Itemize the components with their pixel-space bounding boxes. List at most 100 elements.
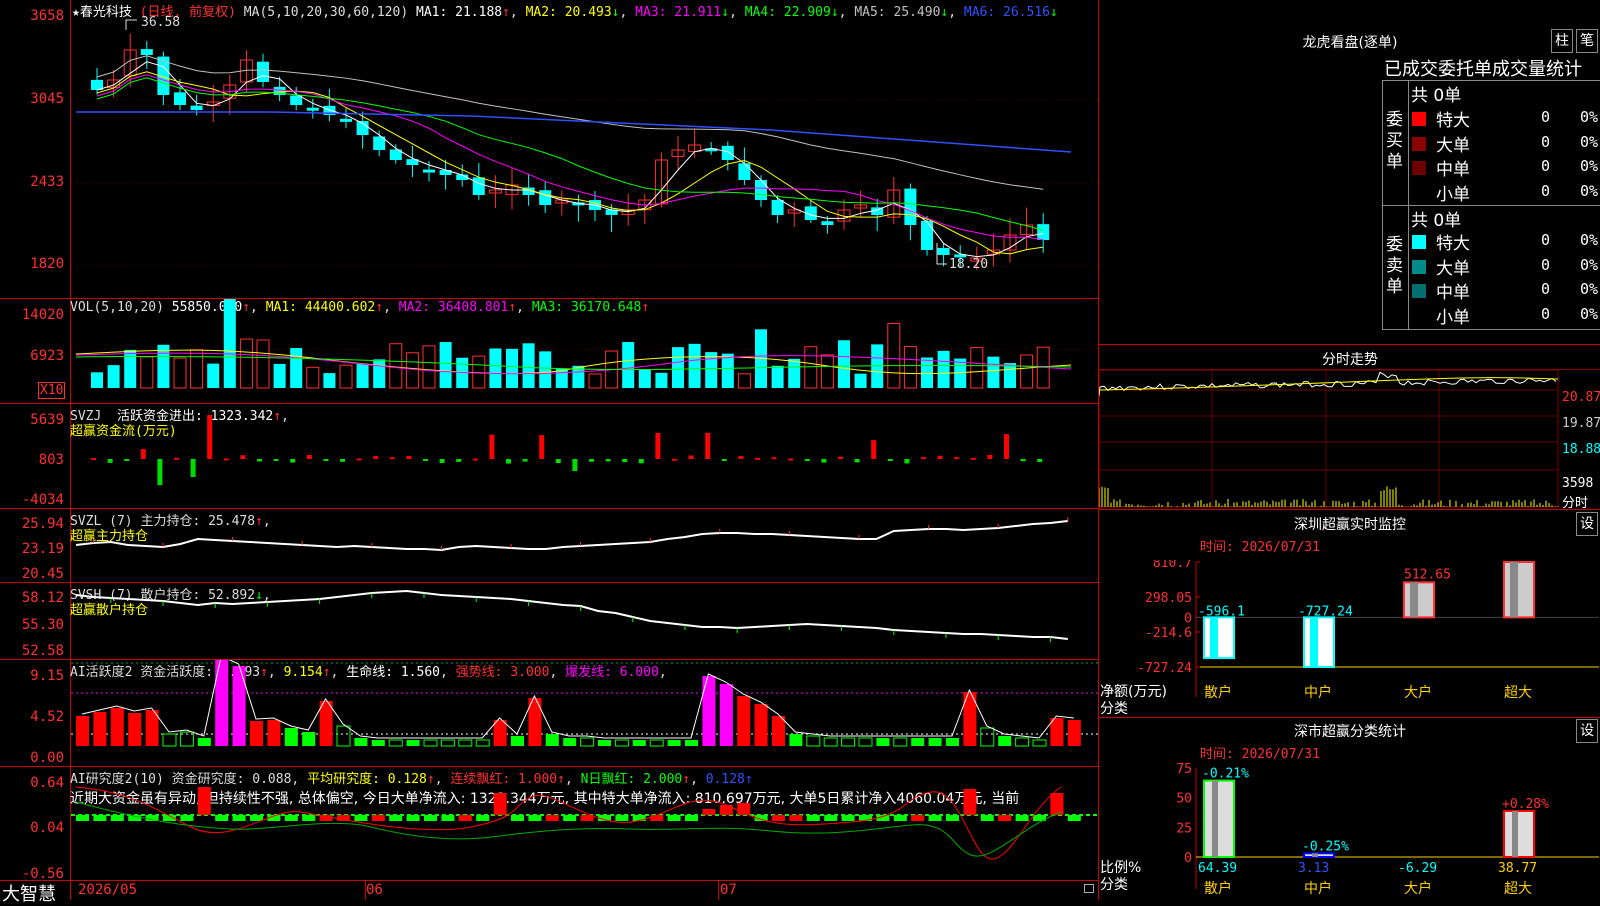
sz-monitor-bar — [1503, 561, 1535, 619]
activity-bar — [110, 708, 124, 746]
sell-row-percent: 0% — [1580, 280, 1599, 298]
sz-monitor-bar — [1303, 616, 1335, 668]
activity-bar — [1050, 718, 1064, 746]
sz-class-category-label: 大户 — [1404, 880, 1432, 897]
volume-bar — [405, 352, 419, 389]
sz-monitor-tick: 0 — [1184, 611, 1192, 626]
research-bar — [928, 815, 942, 821]
activity-bar — [232, 666, 246, 746]
lock-icon[interactable] — [1084, 884, 1094, 893]
research-bar — [371, 815, 385, 821]
buy-color-swatch — [1412, 136, 1426, 151]
buy-color-swatch — [1412, 112, 1426, 126]
sz-monitor-settings-button[interactable]: 设 — [1576, 512, 1598, 536]
candle-body — [921, 220, 933, 250]
sz-class-chart[interactable]: 75 50 25 0 -0.21% 64.39 散户 -0.25% 3.13 中户 -6.29 大户 +… — [1099, 760, 1599, 900]
price-tick: 3658 — [30, 8, 64, 24]
flow-bar — [340, 459, 345, 462]
activity-bar — [858, 737, 873, 747]
research-bar — [424, 815, 437, 821]
volume-bar — [190, 349, 204, 389]
price-tick: 3045 — [30, 91, 64, 107]
research-bar — [406, 815, 420, 821]
flow-bar — [489, 434, 495, 459]
volume-bar — [987, 356, 1000, 388]
research-bar — [946, 815, 959, 821]
activity-bar — [250, 721, 263, 746]
activity-bar — [76, 716, 89, 746]
activity-bar — [614, 739, 629, 747]
research-bar — [441, 815, 455, 821]
sz-class-value-label: 64.39 — [1198, 861, 1237, 876]
volume-bar — [970, 347, 984, 389]
sz-monitor-category-label: 散户 — [1204, 684, 1232, 701]
volume-bar — [539, 351, 552, 388]
volume-bar — [339, 364, 353, 389]
research-bar — [563, 815, 577, 821]
sz-class-change-label: -0.21% — [1202, 767, 1249, 782]
research-bar — [180, 815, 194, 821]
sz-class-change-label: +0.28% — [1502, 797, 1549, 812]
flow-bar — [273, 459, 279, 461]
candle-body — [340, 118, 352, 122]
sz-monitor-chart[interactable]: 810.7 298.05 0-214.6 -727.24 -596.1 散户 -727.24… — [1099, 560, 1599, 715]
activity-bar — [458, 739, 473, 747]
sz-class-category-label: 散户 — [1204, 880, 1232, 897]
volume-bar — [273, 363, 286, 388]
activity-bar — [406, 740, 420, 746]
candle-body — [140, 49, 153, 55]
volume-bar — [937, 350, 950, 388]
candle-body — [439, 169, 452, 175]
flow-bar — [223, 458, 229, 461]
volume-bar — [1004, 363, 1016, 388]
candle-body — [257, 61, 269, 82]
activity-bar — [719, 684, 733, 746]
candle-body — [190, 105, 203, 110]
ai-activity-chart[interactable] — [71, 660, 1098, 766]
tick-view-button[interactable]: 笔 — [1576, 29, 1598, 53]
volume-bar — [638, 369, 651, 388]
brand-label[interactable]: 大智慧 — [2, 880, 56, 906]
buy-row-label: 大单 — [1436, 135, 1470, 156]
svsh-chart[interactable] — [71, 583, 1098, 659]
volume-bar — [306, 366, 320, 389]
svzj-chart[interactable] — [71, 404, 1098, 508]
research-bar — [1067, 815, 1081, 821]
activity-bar — [876, 738, 890, 746]
intraday-chart[interactable] — [1099, 370, 1559, 508]
sz-class-tick: 75 — [1176, 762, 1192, 777]
ai-research-chart[interactable] — [71, 767, 1098, 880]
research-bar — [893, 815, 907, 821]
sell-row-label: 小单 — [1436, 307, 1470, 328]
buy-row-label: 中单 — [1436, 160, 1470, 180]
dragon-title: 龙虎看盘(逐单) — [1302, 35, 1398, 51]
activity-line — [81, 660, 1074, 739]
volume-bar — [588, 373, 602, 389]
sz-class-bar — [1203, 779, 1235, 859]
research-bar — [1050, 793, 1064, 815]
svzl-chart[interactable] — [71, 509, 1098, 582]
research-bar — [841, 815, 855, 821]
research-bar — [302, 815, 316, 821]
flow-bar — [1037, 459, 1043, 462]
sz-class-value-label: 3.13 — [1298, 861, 1329, 876]
flow-bar — [373, 456, 379, 459]
flow-bar — [356, 458, 362, 461]
volume-bar — [820, 354, 834, 389]
flow-bar — [854, 459, 860, 463]
sz-class-value-label: -6.29 — [1398, 861, 1437, 876]
column-view-button[interactable]: 柱 — [1551, 29, 1573, 53]
flow-bar — [555, 459, 561, 464]
flow-bar — [124, 459, 130, 461]
volume-chart[interactable] — [71, 299, 1098, 403]
flow-bar — [821, 459, 827, 463]
kline-chart[interactable]: 36.58 18.20 — [71, 0, 1098, 298]
volume-bar — [804, 346, 818, 389]
research-bar — [76, 815, 89, 821]
sz-class-settings-button[interactable]: 设 — [1576, 719, 1598, 743]
volume-bar — [921, 357, 933, 388]
flow-bar — [655, 432, 661, 459]
flow-bar — [257, 459, 262, 462]
vol-unit[interactable]: X10 — [38, 382, 66, 399]
activity-bar — [336, 725, 351, 747]
